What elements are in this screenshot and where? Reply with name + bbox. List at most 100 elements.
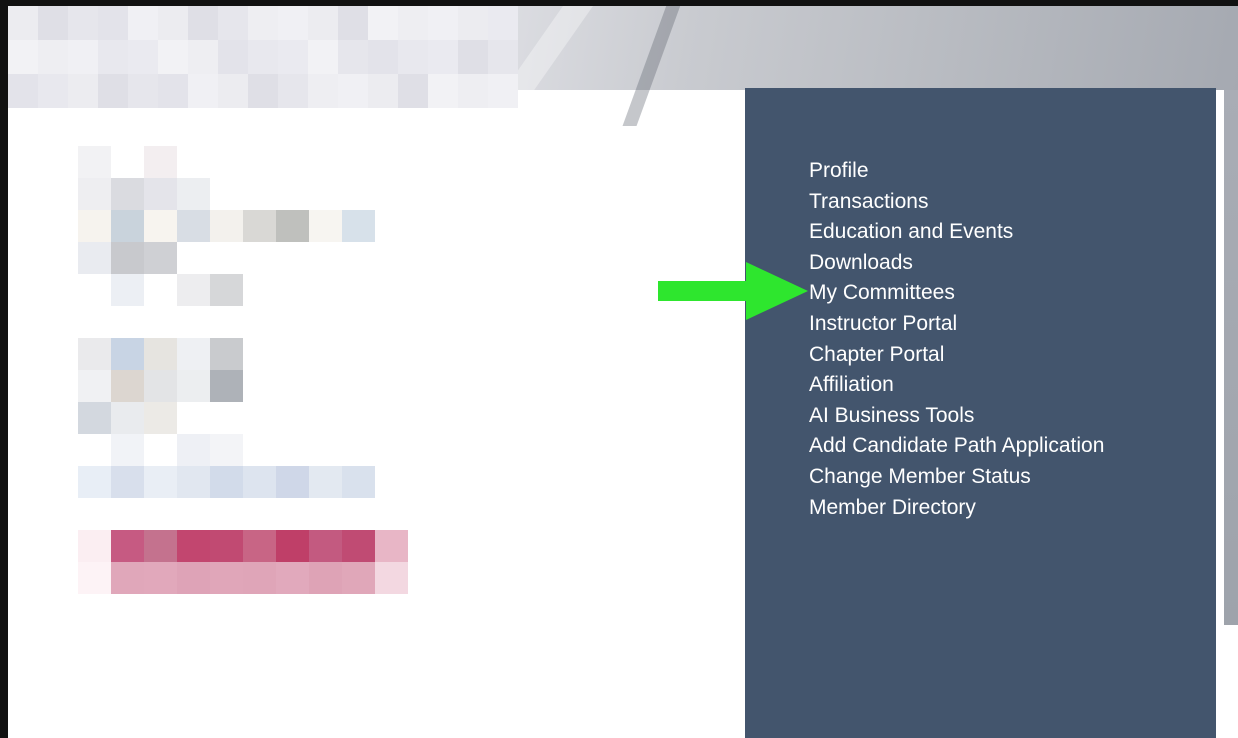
pixel-block — [177, 402, 210, 434]
pixel-block — [243, 178, 276, 210]
pixel-block — [210, 434, 243, 466]
pixel-block — [342, 466, 375, 498]
pixel-block — [408, 274, 441, 306]
menu-item-education-and-events[interactable]: Education and Events — [809, 217, 1104, 248]
pixel-block — [210, 498, 243, 530]
pixel-block — [342, 530, 375, 562]
pixel-block — [276, 370, 309, 402]
pixel-block — [441, 146, 474, 178]
pixel-block — [338, 6, 368, 40]
pixel-block — [78, 338, 111, 370]
pixel-block — [188, 6, 218, 40]
pixel-block — [428, 6, 458, 40]
pixel-block — [276, 274, 309, 306]
pixel-block — [111, 530, 144, 562]
pixel-block — [243, 242, 276, 274]
pixel-block — [309, 338, 342, 370]
menu-item-instructor-portal[interactable]: Instructor Portal — [809, 309, 1104, 340]
pixel-block — [474, 146, 507, 178]
pixel-block — [375, 178, 408, 210]
pixel-block — [474, 434, 507, 466]
pixel-block — [128, 40, 158, 74]
pixel-block — [342, 242, 375, 274]
pixel-block — [144, 434, 177, 466]
pixel-block — [441, 530, 474, 562]
menu-item-my-committees[interactable]: My Committees — [809, 278, 1104, 309]
pixel-block — [98, 74, 128, 108]
pixel-block — [342, 146, 375, 178]
pixel-block — [78, 178, 111, 210]
menu-item-transactions[interactable]: Transactions — [809, 187, 1104, 218]
pixel-block — [309, 594, 342, 626]
pixel-block — [177, 242, 210, 274]
menu-item-member-directory[interactable]: Member Directory — [809, 493, 1104, 524]
pixel-block — [78, 242, 111, 274]
pixel-block — [38, 40, 68, 74]
pixel-block — [210, 306, 243, 338]
pixel-block — [342, 306, 375, 338]
pixel-block — [144, 498, 177, 530]
pixel-block — [210, 242, 243, 274]
pixel-block — [111, 466, 144, 498]
pixel-block — [218, 40, 248, 74]
pixel-block — [111, 402, 144, 434]
pixel-block — [243, 210, 276, 242]
pixel-block — [210, 178, 243, 210]
pixel-block — [111, 274, 144, 306]
pixel-block — [342, 210, 375, 242]
pixel-block — [441, 274, 474, 306]
pixel-block — [111, 178, 144, 210]
pixel-block — [342, 402, 375, 434]
menu-item-ai-business-tools[interactable]: AI Business Tools — [809, 401, 1104, 432]
pixel-block — [144, 306, 177, 338]
pixel-block — [398, 40, 428, 74]
pixel-block — [408, 338, 441, 370]
pixel-block — [177, 210, 210, 242]
menu-item-profile[interactable]: Profile — [809, 156, 1104, 187]
pixel-block — [375, 402, 408, 434]
arrow-shape — [658, 262, 808, 320]
menu-item-downloads[interactable]: Downloads — [809, 248, 1104, 279]
pixel-block — [78, 402, 111, 434]
account-menu-panel: Profile Transactions Education and Event… — [745, 88, 1216, 738]
pixel-block — [276, 306, 309, 338]
pixel-block — [276, 242, 309, 274]
pixel-block — [177, 594, 210, 626]
pixel-block — [177, 306, 210, 338]
pixel-block — [276, 562, 309, 594]
pixel-block — [375, 146, 408, 178]
menu-item-chapter-portal[interactable]: Chapter Portal — [809, 340, 1104, 371]
arrow-right-icon — [658, 262, 808, 320]
pixel-block — [368, 40, 398, 74]
pixel-block — [158, 6, 188, 40]
pixel-block — [243, 306, 276, 338]
menu-item-change-member-status[interactable]: Change Member Status — [809, 462, 1104, 493]
pixel-block — [398, 74, 428, 108]
pixel-block — [309, 210, 342, 242]
pixel-block — [474, 338, 507, 370]
pixel-block — [441, 338, 474, 370]
pixel-block — [441, 434, 474, 466]
pixel-block — [342, 338, 375, 370]
pixel-block — [248, 6, 278, 40]
pixel-block — [144, 402, 177, 434]
banner-decoration — [622, 6, 688, 126]
pixel-block — [276, 338, 309, 370]
pixel-block — [98, 40, 128, 74]
pixel-block — [188, 40, 218, 74]
pixel-block — [342, 370, 375, 402]
menu-item-affiliation[interactable]: Affiliation — [809, 370, 1104, 401]
pixel-block — [276, 434, 309, 466]
pixel-block — [474, 402, 507, 434]
pixel-block — [375, 498, 408, 530]
pixel-block — [144, 466, 177, 498]
pixel-block — [276, 178, 309, 210]
menu-item-add-candidate-path-application[interactable]: Add Candidate Path Application — [809, 431, 1104, 462]
pixel-block — [276, 498, 309, 530]
pixel-block — [243, 594, 276, 626]
pixel-block — [158, 40, 188, 74]
pixel-block — [177, 530, 210, 562]
pixel-block — [441, 498, 474, 530]
pixel-block — [342, 498, 375, 530]
pixelated-profile-info — [78, 146, 507, 626]
